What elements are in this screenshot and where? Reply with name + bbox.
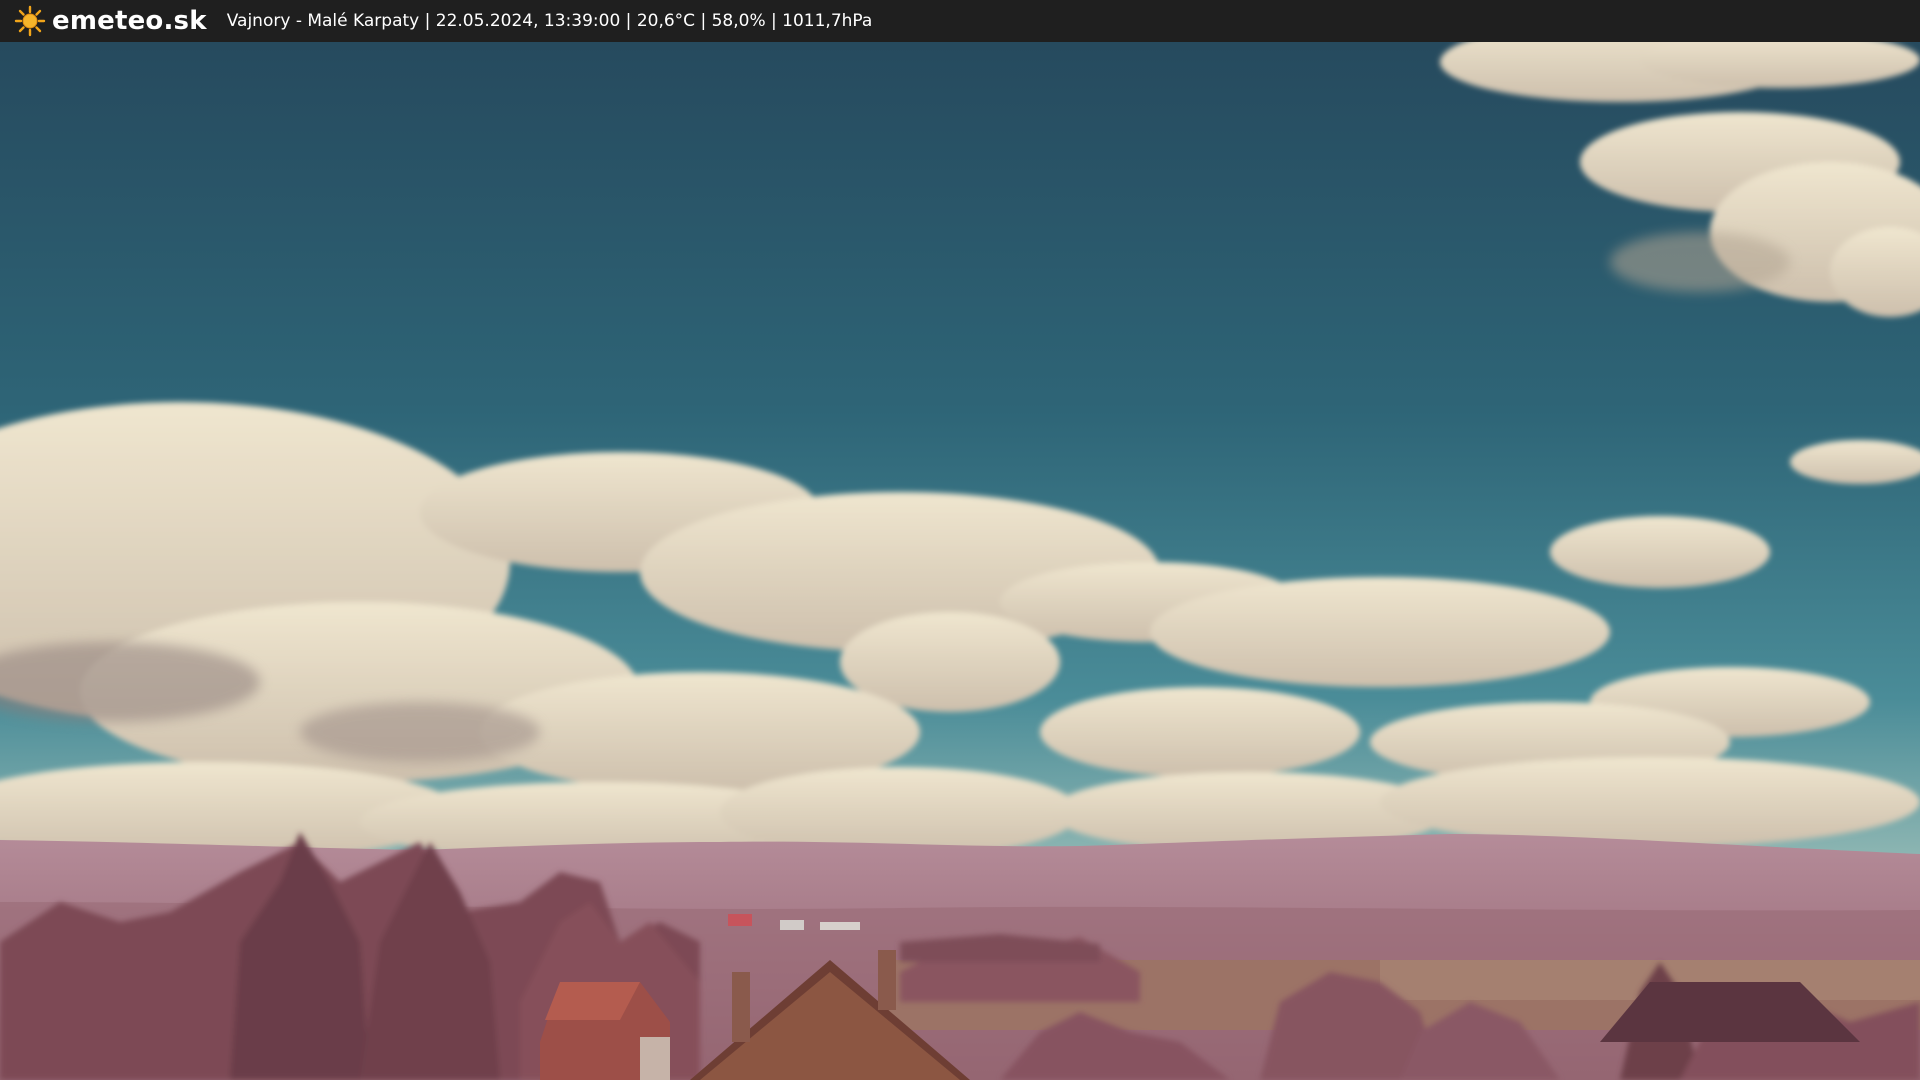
webcam-scene	[0, 42, 1920, 1080]
separator: |	[695, 11, 712, 31]
webcam-info-bar: emeteo.sk Vajnory - Malé Karpaty | 22.05…	[0, 0, 1920, 42]
brand-name: emeteo.sk	[52, 6, 207, 36]
datetime-label: 22.05.2024, 13:39:00	[435, 11, 621, 31]
temperature-value: 20,6°C	[636, 11, 696, 31]
sun-icon	[14, 5, 46, 37]
separator: |	[765, 11, 783, 31]
brand-logo[interactable]: emeteo.sk	[14, 5, 207, 37]
separator: |	[419, 11, 436, 31]
pressure-value: 1011,7hPa	[782, 11, 873, 31]
weather-readout: Vajnory - Malé Karpaty | 22.05.2024, 13:…	[227, 11, 873, 31]
humidity-value: 58,0%	[711, 11, 766, 31]
separator: |	[620, 11, 637, 31]
location-label: Vajnory - Malé Karpaty	[226, 11, 420, 31]
webcam-image	[0, 42, 1920, 1080]
